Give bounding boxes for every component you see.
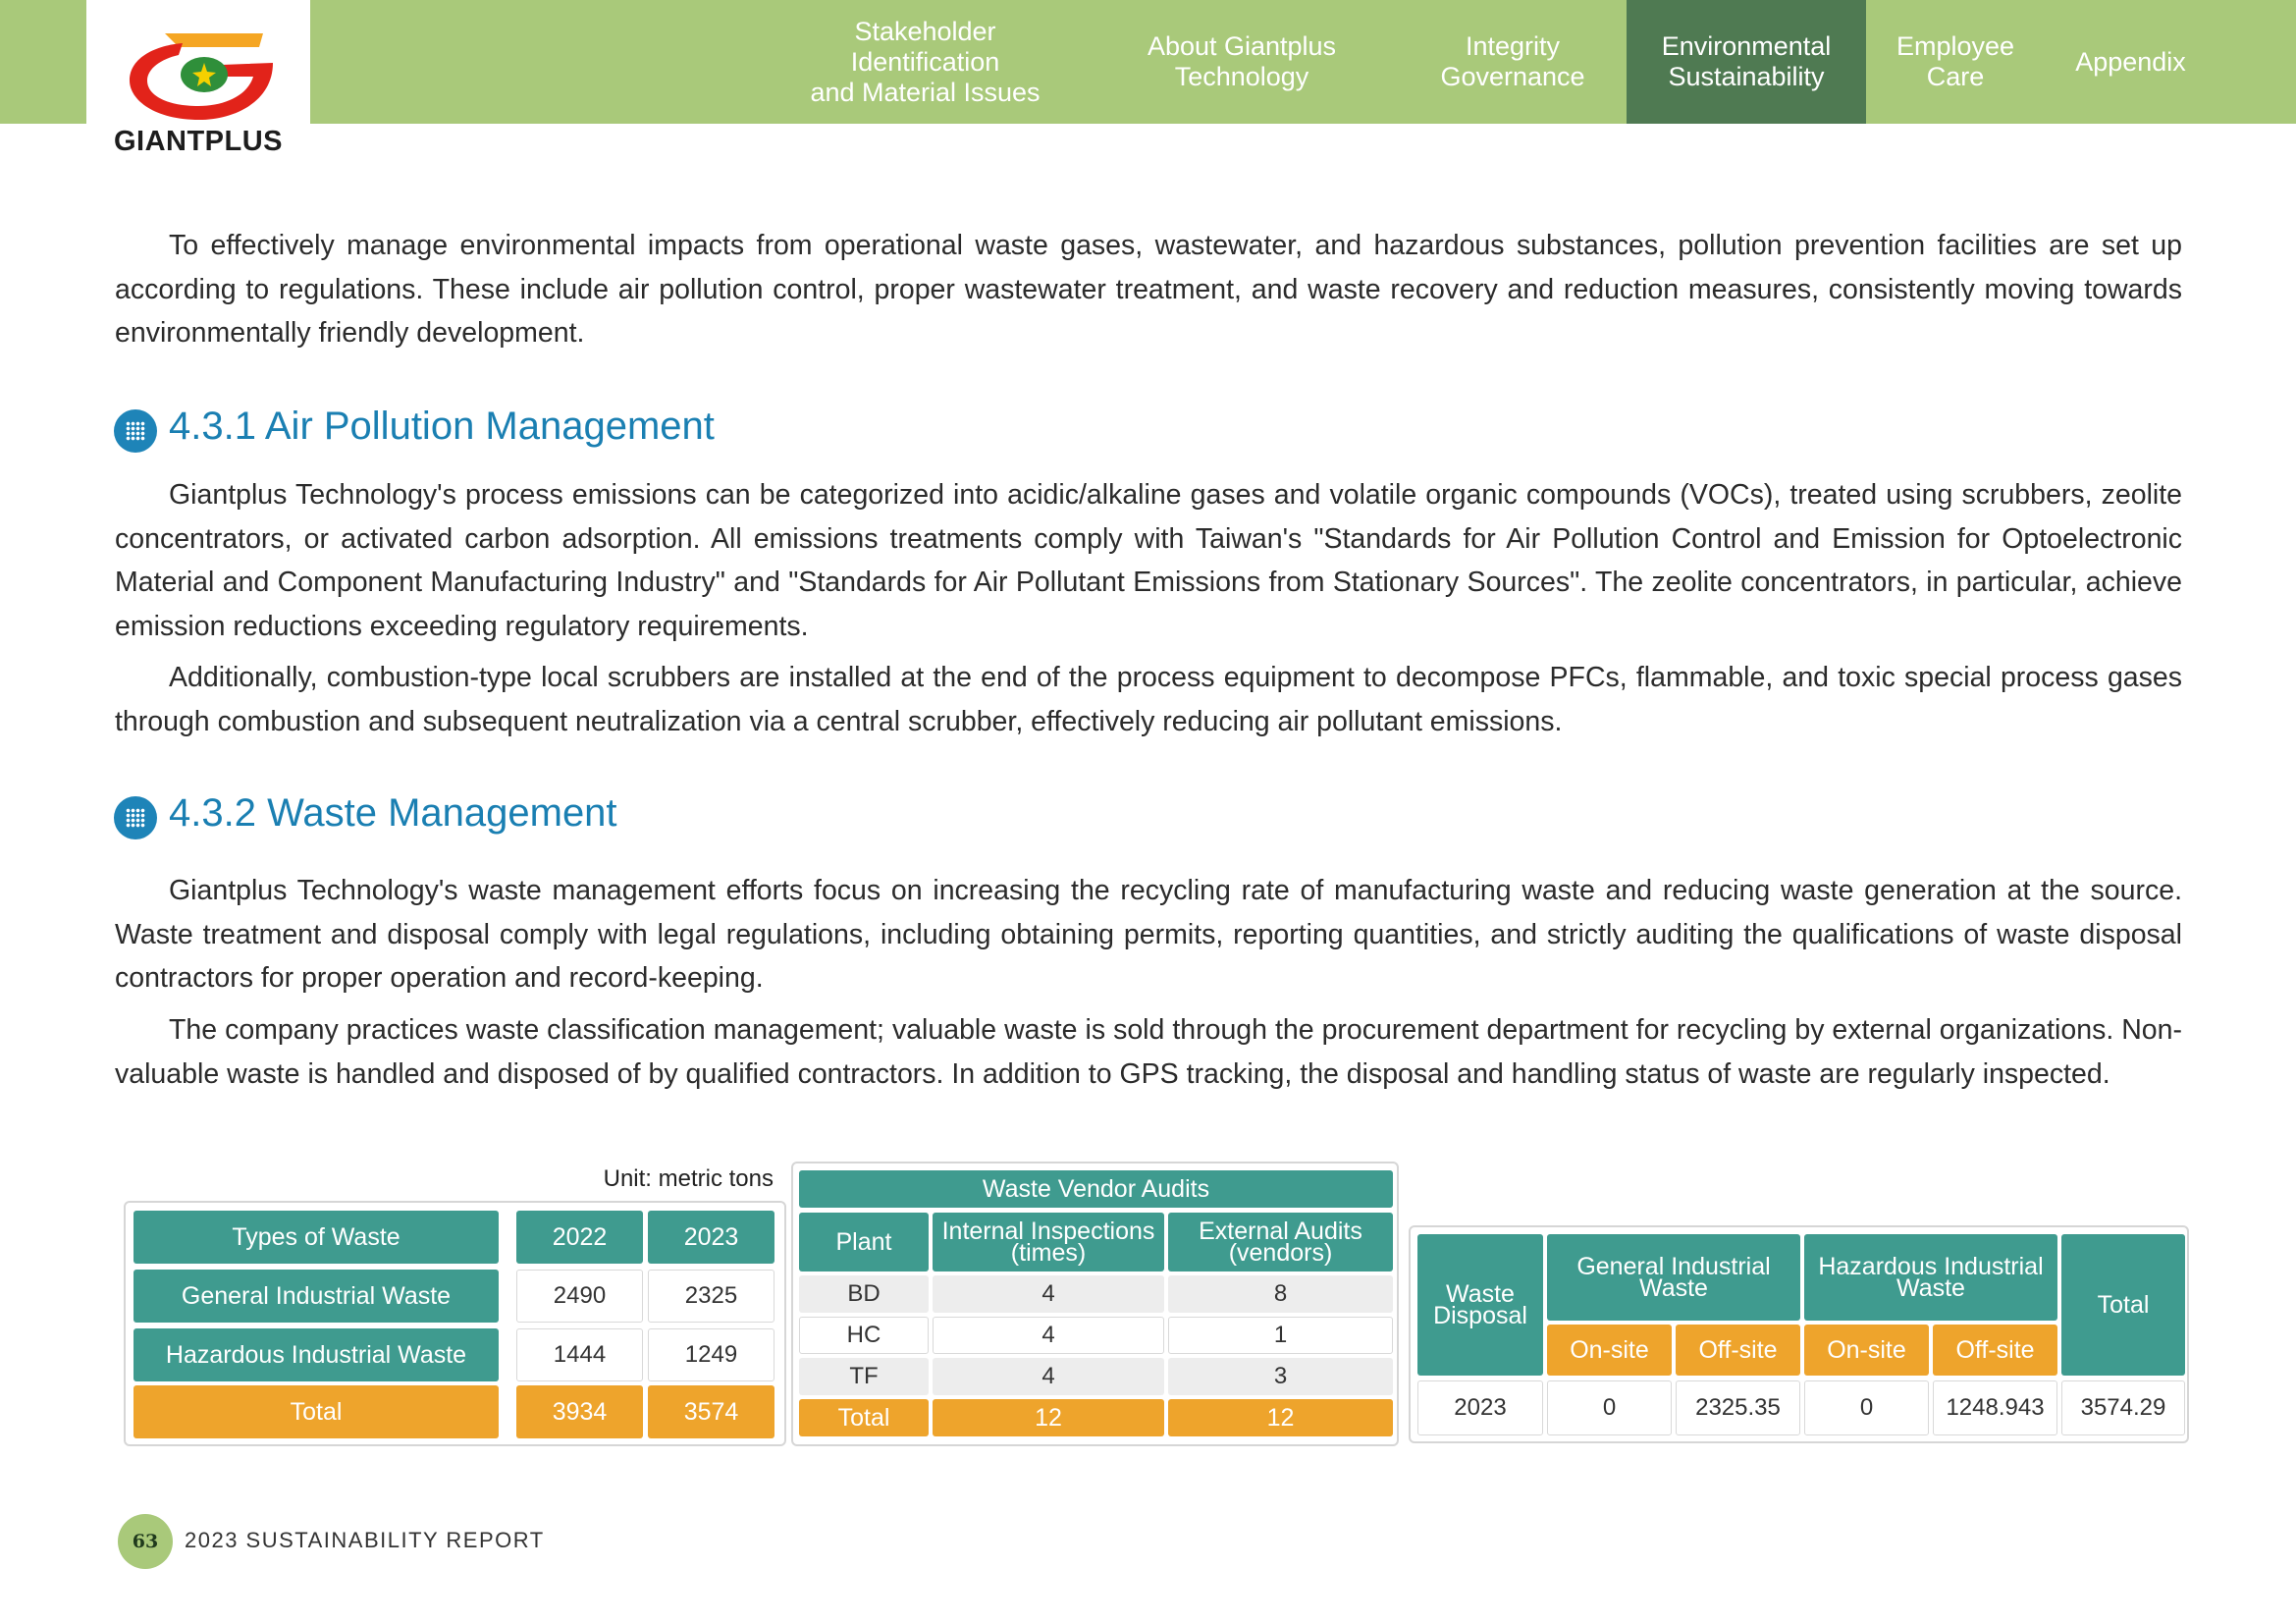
table-cell: 4 [933, 1275, 1164, 1313]
page-number: 63 [118, 1514, 173, 1569]
waste-type-table: Types of Waste 2022 2023 General Industr… [124, 1201, 786, 1446]
air-paragraph-2: Additionally, combustion-type local scru… [115, 662, 2182, 737]
table-cell: 1444 [516, 1328, 643, 1381]
nav-environmental[interactable]: Environmental Sustainability [1627, 0, 1866, 124]
table-header: Types of Waste [133, 1211, 499, 1264]
waste-disposal-table: Waste Disposal General Industrial Waste … [1409, 1225, 2189, 1443]
report-title: 2023 SUSTAINABILITY REPORT [185, 1528, 545, 1552]
section-bullet-icon [114, 409, 157, 453]
subheader: On-site [1804, 1325, 1929, 1376]
row-label: Hazardous Industrial Waste [133, 1328, 499, 1381]
total-label: Total [799, 1399, 929, 1436]
table-cell: 2023 [1417, 1380, 1543, 1435]
unit-label: Unit: metric tons [603, 1165, 774, 1192]
subheader: On-site [1547, 1325, 1672, 1376]
waste-paragraph-2: The company practices waste classificati… [115, 1014, 2182, 1090]
table-header: Internal Inspections (times) [933, 1213, 1164, 1271]
nav-appendix[interactable]: Appendix [2045, 0, 2216, 124]
table-cell: 0 [1547, 1380, 1672, 1435]
giantplus-logo-icon [130, 33, 273, 120]
table-cell: 4 [933, 1317, 1164, 1354]
nav-employee[interactable]: Employee Care [1866, 0, 2045, 124]
total-cell: 3934 [516, 1385, 643, 1438]
table-cell: 1249 [648, 1328, 774, 1381]
table-header: External Audits (vendors) [1168, 1213, 1393, 1271]
table-cell: HC [799, 1317, 929, 1354]
table-header: General Industrial Waste [1547, 1234, 1800, 1321]
air-paragraph-1: Giantplus Technology's process emissions… [115, 479, 2182, 642]
table-header: 2023 [648, 1211, 774, 1264]
table-header: 2022 [516, 1211, 643, 1264]
row-label: General Industrial Waste [133, 1270, 499, 1323]
table-cell: 2325.35 [1676, 1380, 1800, 1435]
table-header: Waste Disposal [1417, 1234, 1543, 1376]
logo[interactable]: GIANTPLUS [86, 0, 310, 167]
top-navigation: Stakeholder Identification and Material … [766, 0, 2216, 124]
total-cell: 3574 [648, 1385, 774, 1438]
table-cell: 0 [1804, 1380, 1929, 1435]
subheader: Off-site [1676, 1325, 1800, 1376]
table-cell: 3 [1168, 1358, 1393, 1395]
total-label: Total [133, 1385, 499, 1438]
brand-name: GIANTPLUS [113, 126, 284, 157]
total-cell: 12 [933, 1399, 1164, 1436]
section-heading-waste: 4.3.2 Waste Management [169, 791, 617, 835]
table-cell: TF [799, 1358, 929, 1395]
subheader: Off-site [1933, 1325, 2057, 1376]
table-cell: 8 [1168, 1275, 1393, 1313]
nav-stakeholder[interactable]: Stakeholder Identification and Material … [766, 0, 1085, 124]
table-cell: 2325 [648, 1270, 774, 1323]
intro-paragraph: To effectively manage environmental impa… [115, 230, 2182, 349]
table-cell: 1248.943 [1933, 1380, 2057, 1435]
waste-paragraph-1: Giantplus Technology's waste management … [115, 875, 2182, 994]
section-bullet-icon [114, 796, 157, 839]
section-heading-air: 4.3.1 Air Pollution Management [169, 405, 715, 448]
vendor-audit-table: Waste Vendor Audits Plant Internal Inspe… [791, 1162, 1399, 1446]
table-title: Waste Vendor Audits [799, 1170, 1393, 1208]
table-cell: 2490 [516, 1270, 643, 1323]
nav-integrity[interactable]: Integrity Governance [1399, 0, 1627, 124]
table-header: Total [2061, 1234, 2185, 1376]
table-cell: 3574.29 [2061, 1380, 2185, 1435]
table-cell: 1 [1168, 1317, 1393, 1354]
total-cell: 12 [1168, 1399, 1393, 1436]
nav-about[interactable]: About Giantplus Technology [1085, 0, 1399, 124]
table-header: Plant [799, 1213, 929, 1271]
table-cell: 4 [933, 1358, 1164, 1395]
table-cell: BD [799, 1275, 929, 1313]
table-header: Hazardous Industrial Waste [1804, 1234, 2057, 1321]
